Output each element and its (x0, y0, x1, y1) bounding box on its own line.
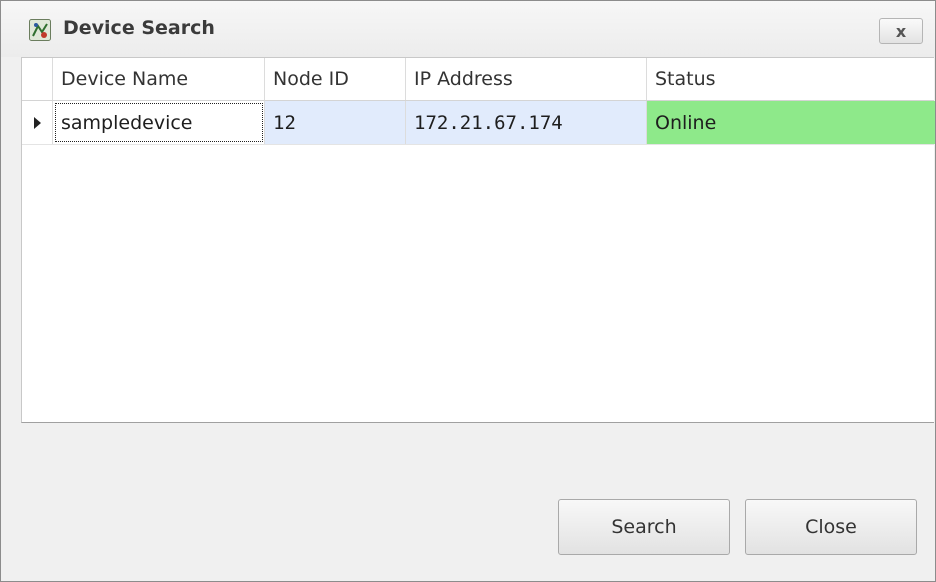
row-selector[interactable] (22, 101, 53, 144)
cell-ip-address[interactable]: 172.21.67.174 (406, 101, 647, 144)
device-search-dialog: Device Search x Device Name Node ID IP A… (0, 0, 936, 582)
title-close-button[interactable]: x (879, 18, 923, 44)
title-bar[interactable]: Device Search x (1, 1, 935, 57)
column-header-device-name[interactable]: Device Name (53, 58, 265, 100)
column-header-ip-address[interactable]: IP Address (406, 58, 647, 100)
column-header-status[interactable]: Status (647, 58, 935, 100)
window-title: Device Search (63, 17, 215, 39)
table-row[interactable]: sampledevice 12 172.21.67.174 Online (22, 101, 935, 145)
cell-status[interactable]: Online (647, 101, 935, 144)
grid-header: Device Name Node ID IP Address Status (22, 58, 934, 101)
column-header-node-id[interactable]: Node ID (265, 58, 406, 100)
close-button[interactable]: Close (745, 499, 917, 555)
cell-node-id[interactable]: 12 (265, 101, 406, 144)
device-grid[interactable]: Device Name Node ID IP Address Status sa… (21, 57, 935, 423)
close-icon: x (895, 21, 907, 41)
cell-device-name[interactable]: sampledevice (53, 101, 265, 144)
search-button[interactable]: Search (558, 499, 730, 555)
app-icon (29, 19, 51, 41)
current-row-arrow-icon (33, 116, 41, 129)
row-selector-header (22, 58, 53, 100)
